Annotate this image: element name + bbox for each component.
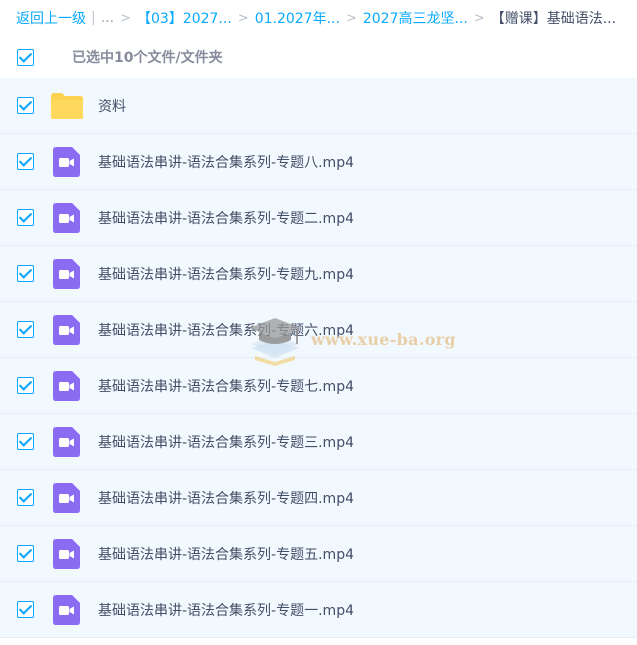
list-item-video[interactable]: 基础语法串讲-语法合集系列-专题六.mp4 <box>0 302 637 358</box>
breadcrumb-divider: | <box>91 10 96 26</box>
row-checkbox[interactable] <box>17 489 34 506</box>
breadcrumb-ellipsis[interactable]: ... <box>101 10 114 26</box>
video-file-icon <box>53 427 80 457</box>
video-file-icon <box>53 483 80 513</box>
video-file-icon <box>53 203 80 233</box>
file-name[interactable]: 基础语法串讲-语法合集系列-专题五.mp4 <box>98 544 354 564</box>
list-item-folder[interactable]: 资料 <box>0 78 637 134</box>
breadcrumb-current: 【赠课】基础语法... <box>490 11 617 27</box>
breadcrumb-arrow: > <box>473 10 485 26</box>
breadcrumb-item-2[interactable]: 01.2027年... <box>255 8 340 28</box>
selection-count-label: 已选中10个文件/文件夹 <box>72 50 223 66</box>
file-name[interactable]: 基础语法串讲-语法合集系列-专题六.mp4 <box>98 320 354 340</box>
list-item-video[interactable]: 基础语法串讲-语法合集系列-专题一.mp4 <box>0 582 637 638</box>
video-file-icon <box>53 259 80 289</box>
file-name[interactable]: 基础语法串讲-语法合集系列-专题二.mp4 <box>98 208 354 228</box>
row-checkbox[interactable] <box>17 433 34 450</box>
file-name[interactable]: 基础语法串讲-语法合集系列-专题八.mp4 <box>98 152 354 172</box>
row-checkbox[interactable] <box>17 97 34 114</box>
file-name[interactable]: 资料 <box>98 96 126 116</box>
list-item-video[interactable]: 基础语法串讲-语法合集系列-专题五.mp4 <box>0 526 637 582</box>
list-item-video[interactable]: 基础语法串讲-语法合集系列-专题四.mp4 <box>0 470 637 526</box>
breadcrumb: 返回上一级 | ... > 【03】2027... > 01.2027年... … <box>0 0 637 36</box>
row-checkbox[interactable] <box>17 601 34 618</box>
breadcrumb-item-1[interactable]: 【03】2027... <box>137 8 232 28</box>
row-checkbox[interactable] <box>17 377 34 394</box>
video-file-icon <box>53 539 80 569</box>
list-item-video[interactable]: 基础语法串讲-语法合集系列-专题七.mp4 <box>0 358 637 414</box>
row-checkbox[interactable] <box>17 153 34 170</box>
breadcrumb-item-3[interactable]: 2027高三龙坚... <box>363 8 468 28</box>
list-item-video[interactable]: 基础语法串讲-语法合集系列-专题二.mp4 <box>0 190 637 246</box>
breadcrumb-arrow: > <box>237 10 249 26</box>
file-name[interactable]: 基础语法串讲-语法合集系列-专题七.mp4 <box>98 376 354 396</box>
selection-bar: 已选中10个文件/文件夹 <box>0 36 637 78</box>
video-file-icon <box>53 595 80 625</box>
select-all-checkbox[interactable] <box>17 49 34 66</box>
row-checkbox[interactable] <box>17 321 34 338</box>
list-item-video[interactable]: 基础语法串讲-语法合集系列-专题九.mp4 <box>0 246 637 302</box>
breadcrumb-arrow: > <box>120 10 131 26</box>
back-link[interactable]: 返回上一级 <box>16 8 86 28</box>
file-name[interactable]: 基础语法串讲-语法合集系列-专题三.mp4 <box>98 432 354 452</box>
video-file-icon <box>53 147 80 177</box>
folder-icon <box>51 93 83 119</box>
file-name[interactable]: 基础语法串讲-语法合集系列-专题九.mp4 <box>98 264 354 284</box>
file-list: 资料 基础语法串讲-语法合集系列-专题八.mp4 基础语法串讲-语法合集系列-专… <box>0 78 637 638</box>
breadcrumb-arrow: > <box>345 10 357 26</box>
file-name[interactable]: 基础语法串讲-语法合集系列-专题四.mp4 <box>98 488 354 508</box>
file-name[interactable]: 基础语法串讲-语法合集系列-专题一.mp4 <box>98 600 354 620</box>
list-item-video[interactable]: 基础语法串讲-语法合集系列-专题三.mp4 <box>0 414 637 470</box>
row-checkbox[interactable] <box>17 265 34 282</box>
video-file-icon <box>53 371 80 401</box>
row-checkbox[interactable] <box>17 545 34 562</box>
row-checkbox[interactable] <box>17 209 34 226</box>
list-item-video[interactable]: 基础语法串讲-语法合集系列-专题八.mp4 <box>0 134 637 190</box>
video-file-icon <box>53 315 80 345</box>
